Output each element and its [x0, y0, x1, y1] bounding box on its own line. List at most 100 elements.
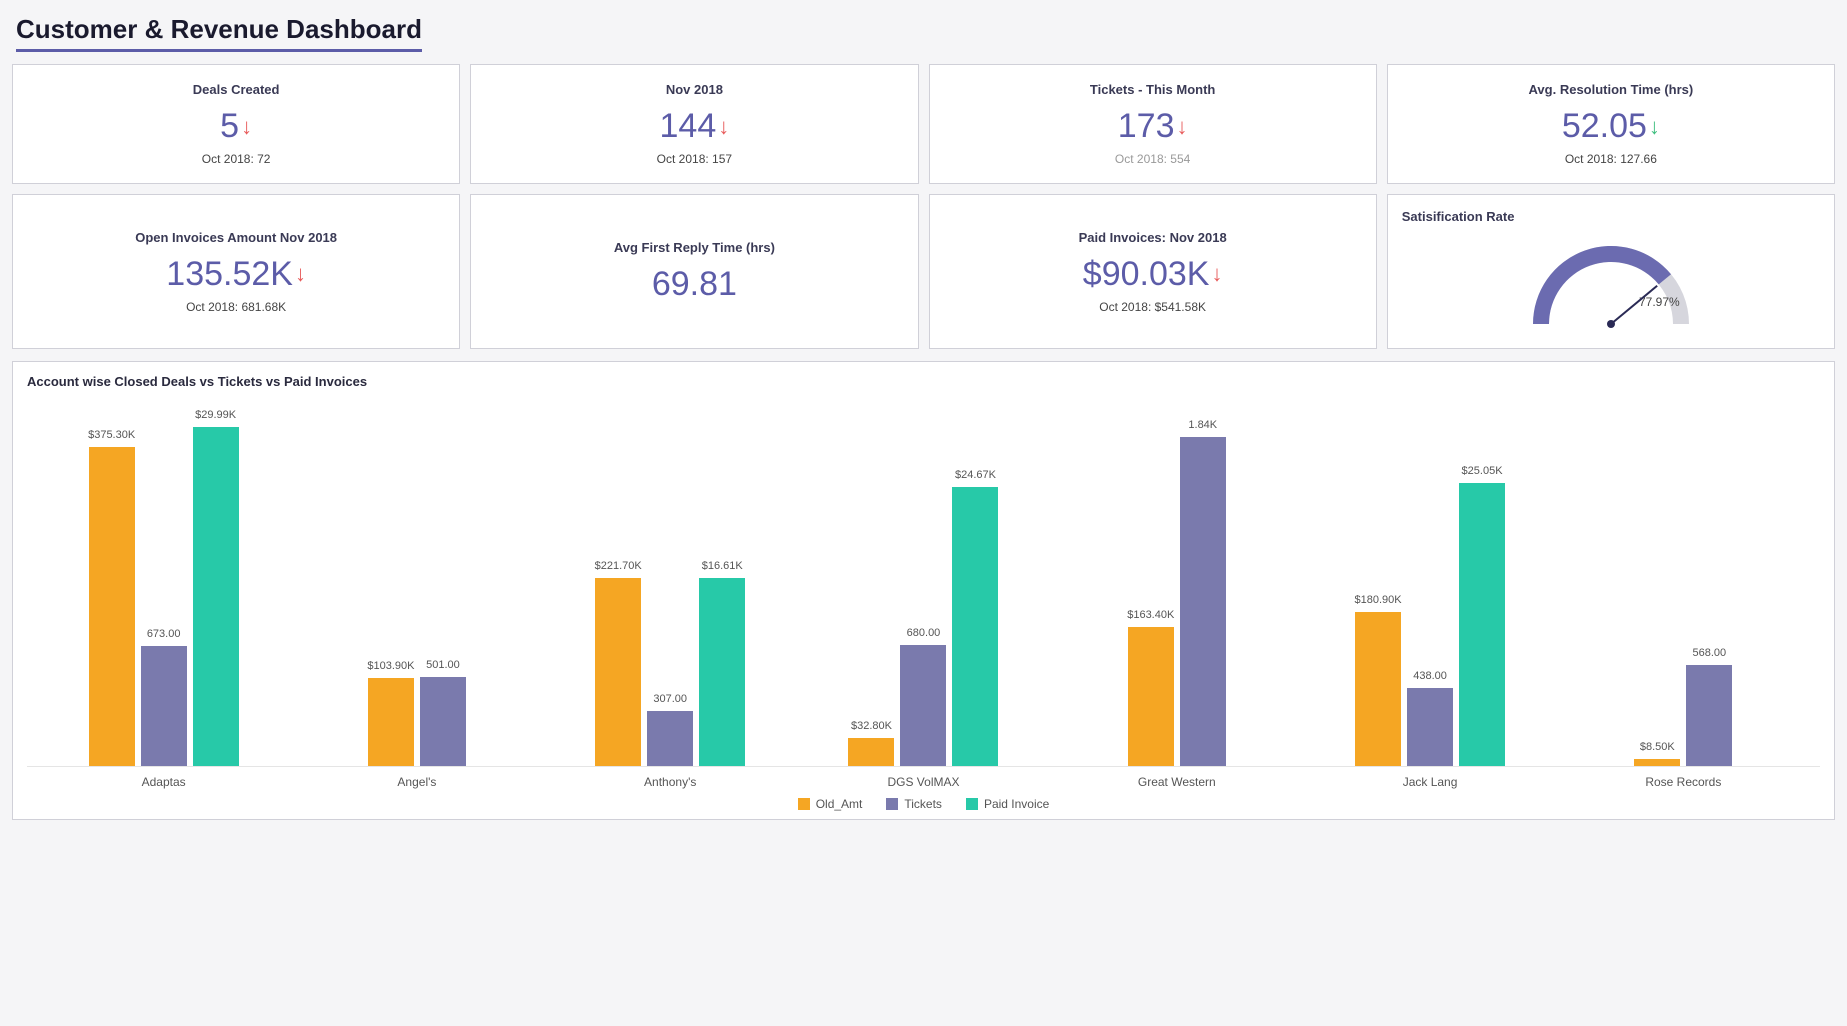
kpi-subtext: Oct 2018: 157	[657, 152, 732, 166]
arrow-down-red-icon: ↓	[241, 114, 252, 140]
bar-group: $8.50K 568.00	[1557, 397, 1810, 766]
kpi-title: Nov 2018	[666, 82, 723, 97]
kpi-title: Open Invoices Amount Nov 2018	[135, 230, 337, 245]
bar-value-label: 501.00	[426, 659, 460, 671]
chart-legend: Old_Amt Tickets Paid Invoice	[27, 797, 1820, 811]
bar-tickets[interactable]: 568.00	[1686, 665, 1732, 766]
x-axis-label: Angel's	[290, 775, 543, 789]
bar-value-label: 680.00	[907, 627, 941, 639]
bar-value-label: $8.50K	[1640, 741, 1675, 753]
kpi-title: Avg First Reply Time (hrs)	[614, 240, 775, 255]
kpi-subtext: Oct 2018: 681.68K	[186, 300, 286, 314]
kpi-subtext: Oct 2018: $541.58K	[1099, 300, 1206, 314]
kpi-value: 135.52K	[166, 255, 293, 294]
bar-value-label: $16.61K	[702, 560, 743, 572]
arrow-down-red-icon: ↓	[718, 114, 729, 140]
kpi-card: Paid Invoices: Nov 2018 $90.03K↓ Oct 2018:…	[929, 194, 1377, 349]
bar-group: $375.30K673.00$29.99K	[37, 397, 290, 766]
kpi-card: Tickets - This Month 173↓ Oct 2018: 554	[929, 64, 1377, 184]
bar-tickets[interactable]: 438.00	[1407, 688, 1453, 766]
gauge-title: Satisification Rate	[1402, 209, 1515, 224]
bar-value-label: $25.05K	[1462, 465, 1503, 477]
bar-value-label: $32.80K	[851, 720, 892, 732]
x-axis-label: Rose Records	[1557, 775, 1810, 789]
kpi-grid: Deals Created5↓Oct 2018: 72Nov 2018144↓O…	[6, 54, 1841, 349]
bar-value-label: $163.40K	[1127, 609, 1174, 621]
kpi-card: Avg First Reply Time (hrs) 69.81	[470, 194, 918, 349]
bar-value-label: $375.30K	[88, 429, 135, 441]
legend-label: Old_Amt	[816, 797, 863, 811]
bar-group: $163.40K1.84K	[1050, 397, 1303, 766]
bar-oldamt[interactable]: $32.80K	[848, 738, 894, 766]
kpi-value: 69.81	[652, 265, 737, 304]
kpi-subtext: Oct 2018: 554	[1115, 152, 1190, 166]
bar-oldamt[interactable]: $221.70K	[595, 578, 641, 766]
kpi-value: 173	[1118, 107, 1175, 146]
legend-item[interactable]: Tickets	[886, 797, 942, 811]
chart-x-axis: AdaptasAngel'sAnthony'sDGS VolMAXGreat W…	[27, 767, 1820, 789]
bar-tickets[interactable]: 680.00	[900, 645, 946, 766]
bar-value-label: $103.90K	[367, 660, 414, 672]
legend-label: Paid Invoice	[984, 797, 1049, 811]
chart-title: Account wise Closed Deals vs Tickets vs …	[27, 374, 1820, 389]
bar-tickets[interactable]: 1.84K	[1180, 437, 1226, 766]
x-axis-label: Great Western	[1050, 775, 1303, 789]
bar-oldamt[interactable]: $375.30K	[89, 447, 135, 766]
kpi-subtext: Oct 2018: 72	[202, 152, 271, 166]
page-title: Customer & Revenue Dashboard	[16, 14, 422, 52]
arrow-down-green-icon: ↓	[1649, 114, 1660, 140]
kpi-card: Deals Created 5↓ Oct 2018: 72	[12, 64, 460, 184]
bar-group: $103.90K501.00	[290, 397, 543, 766]
kpi-value: 144	[660, 107, 717, 146]
kpi-title: Avg. Resolution Time (hrs)	[1529, 82, 1694, 97]
kpi-value: 52.05	[1562, 107, 1647, 146]
legend-item[interactable]: Paid Invoice	[966, 797, 1049, 811]
chart-panel: Account wise Closed Deals vs Tickets vs …	[12, 361, 1835, 820]
bar-paidinvoice[interactable]: $29.99K	[193, 427, 239, 766]
kpi-card: Nov 2018 144↓ Oct 2018: 157	[470, 64, 918, 184]
kpi-value: $90.03K	[1083, 255, 1210, 294]
bar-paidinvoice[interactable]: $24.67K	[952, 487, 998, 766]
bar-value-label: 568.00	[1693, 647, 1727, 659]
kpi-subtext: Oct 2018: 127.66	[1565, 152, 1657, 166]
legend-swatch-icon	[798, 798, 810, 810]
bar-oldamt[interactable]: $103.90K	[368, 678, 414, 766]
kpi-title: Paid Invoices: Nov 2018	[1079, 230, 1227, 245]
bar-tickets[interactable]: 307.00	[647, 711, 693, 766]
bar-value-label: 307.00	[653, 693, 687, 705]
bar-oldamt[interactable]: $8.50K	[1634, 759, 1680, 766]
bar-oldamt[interactable]: $180.90K	[1355, 612, 1401, 766]
x-axis-label: Jack Lang	[1303, 775, 1556, 789]
bar-paidinvoice[interactable]: $25.05K	[1459, 483, 1505, 766]
legend-swatch-icon	[966, 798, 978, 810]
bar-value-label: $180.90K	[1354, 594, 1401, 606]
bar-oldamt[interactable]: $163.40K	[1128, 627, 1174, 766]
legend-swatch-icon	[886, 798, 898, 810]
arrow-down-red-icon: ↓	[1176, 114, 1187, 140]
arrow-down-red-icon: ↓	[295, 261, 306, 287]
bar-value-label: $29.99K	[195, 409, 236, 421]
x-axis-label: Adaptas	[37, 775, 290, 789]
x-axis-label: DGS VolMAX	[797, 775, 1050, 789]
bar-paidinvoice[interactable]: $16.61K	[699, 578, 745, 766]
arrow-down-red-icon: ↓	[1211, 261, 1222, 287]
bar-group: $180.90K438.00$25.05K	[1303, 397, 1556, 766]
bar-value-label: $221.70K	[595, 560, 642, 572]
bar-value-label: 438.00	[1413, 670, 1447, 682]
kpi-card: Avg. Resolution Time (hrs) 52.05↓ Oct 2018…	[1387, 64, 1835, 184]
kpi-card: Open Invoices Amount Nov 2018 135.52K↓ Oct…	[12, 194, 460, 349]
bar-value-label: 673.00	[147, 628, 181, 640]
bar-tickets[interactable]: 501.00	[420, 677, 466, 767]
x-axis-label: Anthony's	[544, 775, 797, 789]
bar-tickets[interactable]: 673.00	[141, 646, 187, 766]
chart-area: $375.30K673.00$29.99K$103.90K501.00$221.…	[27, 397, 1820, 767]
bar-value-label: 1.84K	[1188, 419, 1217, 431]
legend-label: Tickets	[904, 797, 942, 811]
bar-value-label: $24.67K	[955, 469, 996, 481]
kpi-value: 5	[220, 107, 239, 146]
legend-item[interactable]: Old_Amt	[798, 797, 863, 811]
kpi-title: Tickets - This Month	[1090, 82, 1215, 97]
gauge-card: Satisification Rate 77.97%	[1387, 194, 1835, 349]
kpi-title: Deals Created	[193, 82, 280, 97]
gauge-icon: 77.97%	[1511, 234, 1711, 334]
